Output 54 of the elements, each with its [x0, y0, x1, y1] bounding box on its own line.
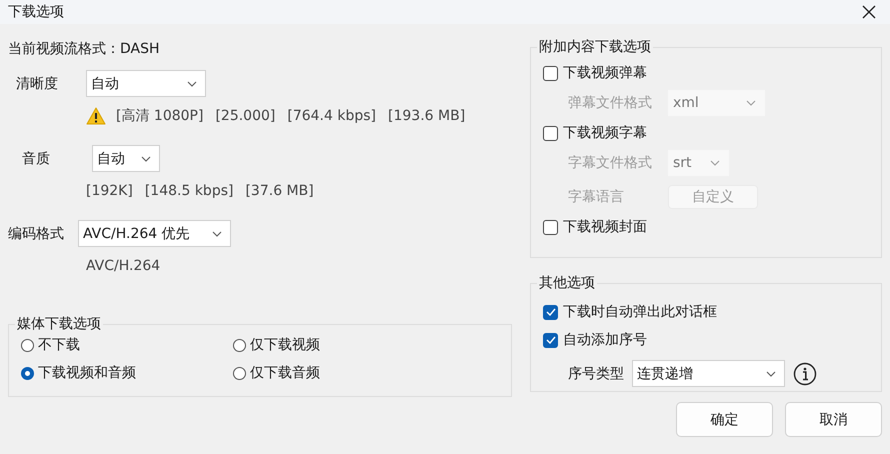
group-title: 媒体下载选项 — [16, 315, 102, 333]
radio-label[interactable]: 仅下载音频 — [250, 364, 320, 382]
checkmark-icon — [546, 336, 556, 344]
caret-icon — [187, 80, 197, 86]
radio-label[interactable]: 仅下载视频 — [250, 336, 320, 354]
field-label: 字幕文件格式 — [568, 154, 653, 172]
radio-label[interactable]: 下载视频和音频 — [38, 364, 136, 382]
checkbox-label[interactable]: 自动添加序号 — [563, 331, 647, 349]
stream-format-label: 当前视频流格式：DASH — [8, 40, 161, 59]
window-title: 下载选项 — [8, 3, 64, 21]
checkbox[interactable] — [543, 332, 558, 348]
ok-button[interactable]: 确定 — [676, 402, 773, 437]
group-title: 其他选项 — [538, 274, 596, 292]
caret-icon — [766, 370, 776, 376]
close-icon[interactable] — [862, 5, 876, 19]
checkbox[interactable] — [543, 66, 558, 80]
checkbox[interactable] — [543, 126, 558, 140]
checkbox-label[interactable]: 下载视频弹幕 — [563, 64, 647, 82]
stream-detail: AVC/H.264 — [86, 258, 160, 274]
quality-dropdown[interactable]: 自动 — [86, 70, 206, 97]
field-label: 编码格式 — [8, 224, 65, 242]
stream-detail: [193.6 MB] — [388, 108, 466, 124]
radio-button[interactable] — [233, 366, 246, 380]
checkbox-label[interactable]: 下载时自动弹出此对话框 — [563, 303, 717, 321]
radio-label[interactable]: 不下载 — [38, 336, 80, 354]
caret-icon — [746, 100, 756, 106]
stream-detail: [192K] — [86, 183, 133, 199]
stream-detail: [148.5 kbps] — [144, 183, 234, 199]
field-label: 字幕语言 — [568, 188, 625, 206]
info-icon[interactable] — [793, 362, 817, 386]
stream-detail: [764.4 kbps] — [287, 108, 376, 124]
codec-dropdown[interactable]: AVC/H.264 优先 — [78, 220, 231, 247]
radio-button[interactable] — [21, 366, 34, 380]
stream-detail: [37.6 MB] — [245, 183, 314, 199]
checkbox[interactable] — [543, 220, 558, 234]
field-label: 弹幕文件格式 — [568, 94, 653, 112]
stream-detail: [25.000] — [215, 108, 276, 124]
caret-icon — [212, 230, 222, 236]
checkbox-label[interactable]: 下载视频字幕 — [563, 124, 647, 142]
cancel-button[interactable]: 取消 — [785, 402, 882, 437]
sequence-dropdown[interactable]: 连贯递增 — [632, 360, 785, 387]
group-title: 附加内容下载选项 — [538, 38, 652, 56]
stream-detail: [高清 1080P] — [116, 107, 204, 125]
checkbox[interactable] — [543, 304, 558, 320]
checkbox-label[interactable]: 下载视频封面 — [563, 218, 647, 236]
field-label: 音质 — [21, 150, 51, 168]
audio-dropdown[interactable]: 自动 — [92, 145, 160, 172]
radio-button[interactable] — [233, 338, 246, 352]
field-label: 序号类型 — [568, 364, 624, 382]
checkmark-icon — [546, 308, 556, 316]
radio-button[interactable] — [21, 338, 34, 352]
caret-icon — [710, 160, 720, 166]
field-label: 清晰度 — [15, 74, 59, 92]
caret-icon — [141, 156, 151, 162]
